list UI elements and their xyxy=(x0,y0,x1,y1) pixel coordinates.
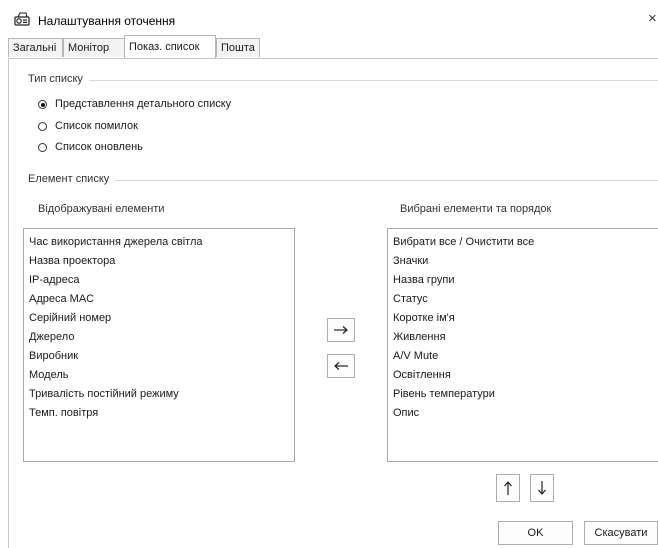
displayed-items-caption: Відображувані елементи xyxy=(38,203,165,215)
list-item[interactable]: Тривалість постійний режиму xyxy=(24,385,294,404)
projector-icon xyxy=(14,12,30,26)
list-item[interactable]: Назва групи xyxy=(388,271,658,290)
move-down-button[interactable] xyxy=(530,474,554,502)
tab-general[interactable]: Загальні xyxy=(8,38,63,57)
list-item[interactable]: A/V Mute xyxy=(388,347,658,366)
list-item[interactable]: Назва проектора xyxy=(24,252,294,271)
list-item-group-label: Елемент списку xyxy=(28,173,116,185)
radio-indicator[interactable] xyxy=(38,100,47,109)
radio-error-list[interactable]: Список помилок xyxy=(38,120,338,136)
move-right-button[interactable] xyxy=(327,318,355,342)
group-divider xyxy=(28,180,658,181)
tab-monitor[interactable]: Монітор xyxy=(63,38,126,57)
list-item[interactable]: IP-адреса xyxy=(24,271,294,290)
selected-items-caption: Вибрані елементи та порядок xyxy=(400,203,552,215)
group-divider xyxy=(28,80,658,81)
radio-indicator[interactable] xyxy=(38,122,47,131)
radio-detailed-list[interactable]: Представлення детального списку xyxy=(38,98,338,114)
list-item[interactable]: Живлення xyxy=(388,328,658,347)
list-type-group-label: Тип списку xyxy=(28,73,89,85)
arrow-right-icon xyxy=(334,326,348,334)
selected-items-listbox[interactable]: Вибрати все / Очистити все Значки Назва … xyxy=(387,228,658,462)
arrow-left-icon xyxy=(334,362,348,370)
radio-indicator[interactable] xyxy=(38,143,47,152)
tab-display-list[interactable]: Показ. список xyxy=(124,35,216,58)
move-up-button[interactable] xyxy=(496,474,520,502)
move-left-button[interactable] xyxy=(327,354,355,378)
arrow-down-icon xyxy=(538,481,546,495)
list-item[interactable]: Темп. повітря xyxy=(24,404,294,423)
close-button[interactable]: × xyxy=(648,10,657,27)
ok-button[interactable]: OK xyxy=(498,521,573,545)
list-item[interactable]: Джерело xyxy=(24,328,294,347)
radio-label: Представлення детального списку xyxy=(55,98,232,110)
list-item[interactable]: Опис xyxy=(388,404,658,423)
window-title: Налаштування оточення xyxy=(38,14,176,28)
arrow-up-icon xyxy=(504,481,512,495)
list-item[interactable]: Рівень температури xyxy=(388,385,658,404)
list-item[interactable]: Вибрати все / Очистити все xyxy=(388,233,658,252)
radio-label: Список помилок xyxy=(55,120,138,132)
tab-mail[interactable]: Пошта xyxy=(216,38,260,57)
list-item[interactable]: Коротке ім'я xyxy=(388,309,658,328)
list-item[interactable]: Модель xyxy=(24,366,294,385)
list-item[interactable]: Значки xyxy=(388,252,658,271)
list-item[interactable]: Серійний номер xyxy=(24,309,294,328)
list-item[interactable]: Час використання джерела світла xyxy=(24,233,294,252)
list-item[interactable]: Освітлення xyxy=(388,366,658,385)
radio-label: Список оновлень xyxy=(55,141,143,153)
ok-button-label: OK xyxy=(527,527,544,539)
list-item[interactable]: Статус xyxy=(388,290,658,309)
list-item[interactable]: Адреса MAC xyxy=(24,290,294,309)
radio-update-list[interactable]: Список оновлень xyxy=(38,141,338,157)
cancel-button-label: Скасувати xyxy=(594,527,648,539)
displayed-items-listbox[interactable]: Час використання джерела світла Назва пр… xyxy=(23,228,295,462)
cancel-button[interactable]: Скасувати xyxy=(584,521,658,545)
list-item[interactable]: Виробник xyxy=(24,347,294,366)
